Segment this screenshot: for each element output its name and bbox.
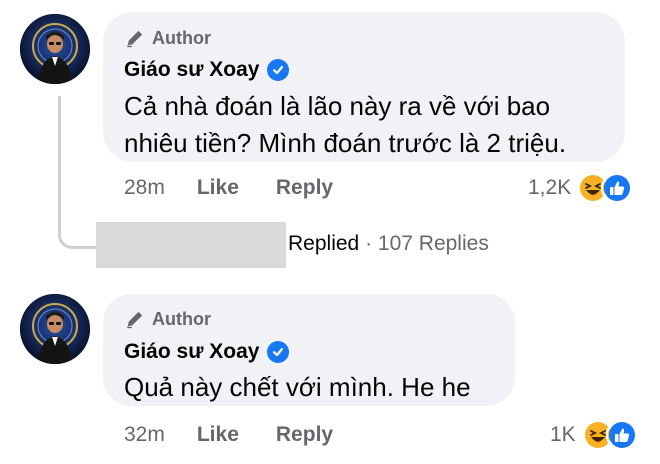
comment-text-line: Cả nhà đoán là lão này ra về với bao bbox=[124, 91, 551, 121]
replier-avatar-placeholder bbox=[96, 222, 286, 268]
pencil-icon bbox=[127, 311, 143, 329]
comment-text-line: Quả này chết với mình. He he bbox=[124, 372, 471, 402]
author-badge-label: Author bbox=[152, 27, 211, 48]
reaction-summary[interactable]: 1K bbox=[550, 419, 638, 451]
reaction-count: 1,2K bbox=[528, 176, 572, 199]
comment-text: Quả này chết với mình. He he bbox=[124, 369, 471, 406]
comment-text: Cả nhà đoán là lão này ra về với bao nhi… bbox=[124, 88, 566, 162]
comment-actions: 32m Like Reply bbox=[124, 423, 333, 447]
commenter-name-row: Giáo sư Xoay bbox=[124, 58, 290, 82]
view-replies-link[interactable]: Replied · 107 Replies bbox=[288, 232, 489, 256]
like-button[interactable]: Like bbox=[197, 423, 239, 447]
commenter-name-row: Giáo sư Xoay bbox=[124, 340, 290, 364]
like-button[interactable]: Like bbox=[197, 176, 239, 200]
comment-timestamp[interactable]: 32m bbox=[124, 423, 165, 447]
like-icon bbox=[605, 419, 638, 451]
replied-label: Replied bbox=[288, 232, 360, 255]
like-icon bbox=[601, 172, 634, 204]
verified-badge-icon bbox=[267, 59, 290, 81]
avatar[interactable] bbox=[20, 14, 90, 84]
commenter-name[interactable]: Giáo sư Xoay bbox=[124, 340, 259, 364]
reply-button[interactable]: Reply bbox=[276, 176, 333, 200]
reaction-count: 1K bbox=[550, 423, 576, 446]
replies-separator: · bbox=[365, 232, 373, 255]
verified-badge-icon bbox=[267, 341, 290, 363]
comment-thread: Author Giáo sư Xoay Cả nhà đoán là lão n… bbox=[0, 0, 660, 464]
comment-text-line: nhiêu tiền? Mình đoán trước là 2 triệu. bbox=[124, 128, 567, 158]
replies-count: 107 Replies bbox=[377, 232, 489, 255]
pencil-icon bbox=[127, 30, 143, 48]
commenter-name[interactable]: Giáo sư Xoay bbox=[124, 58, 259, 82]
thread-connector bbox=[58, 96, 97, 249]
comment-actions: 28m Like Reply bbox=[124, 176, 333, 200]
author-badge: Author bbox=[124, 27, 211, 49]
author-badge: Author bbox=[124, 308, 211, 330]
avatar[interactable] bbox=[20, 294, 90, 364]
reaction-summary[interactable]: 1,2K bbox=[528, 172, 634, 204]
comment-timestamp[interactable]: 28m bbox=[124, 176, 165, 200]
reply-button[interactable]: Reply bbox=[276, 423, 333, 447]
author-badge-label: Author bbox=[152, 308, 211, 329]
